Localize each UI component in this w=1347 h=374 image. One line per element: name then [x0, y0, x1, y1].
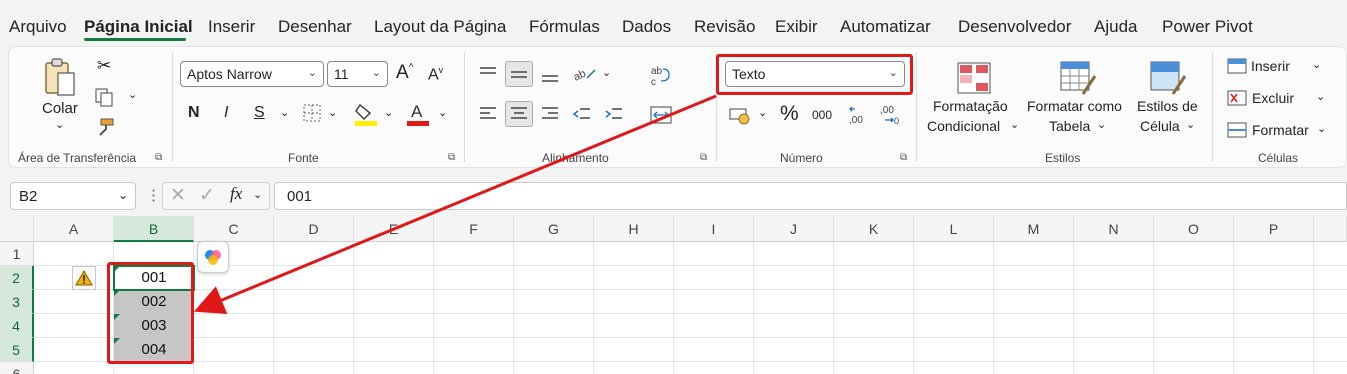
annotation-arrow: [193, 94, 717, 314]
excel-window: Arquivo Página Inicial Inserir Desenhar …: [0, 0, 1347, 374]
